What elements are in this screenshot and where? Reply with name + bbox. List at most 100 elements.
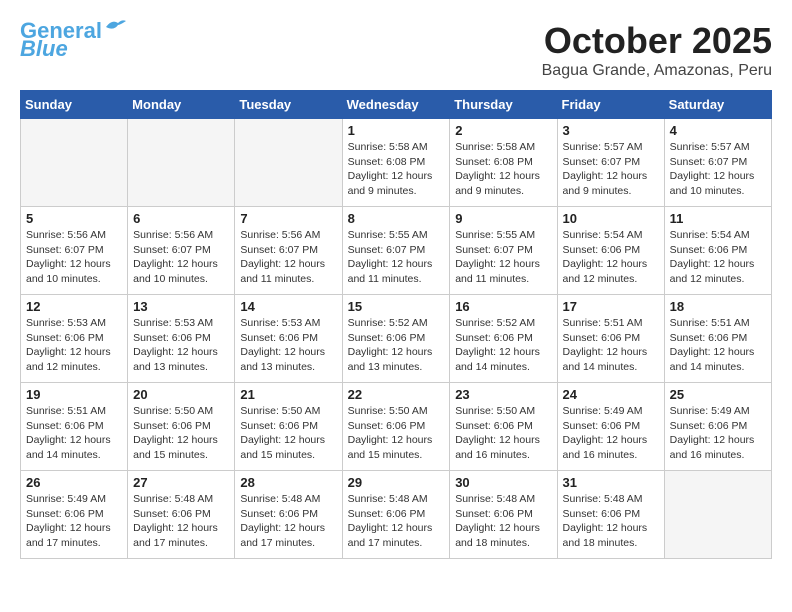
day-number: 28 — [240, 475, 336, 490]
day-number: 24 — [563, 387, 659, 402]
calendar-cell-w5d7 — [664, 471, 771, 559]
calendar-cell-w2d4: 8 Sunrise: 5:55 AM Sunset: 6:07 PM Daylig… — [342, 207, 450, 295]
day-info: Sunrise: 5:51 AM Sunset: 6:06 PM Dayligh… — [563, 316, 659, 375]
day-info: Sunrise: 5:54 AM Sunset: 6:06 PM Dayligh… — [670, 228, 766, 287]
calendar-cell-w3d5: 16 Sunrise: 5:52 AM Sunset: 6:06 PM Dayli… — [450, 295, 557, 383]
weekday-header-row: SundayMondayTuesdayWednesdayThursdayFrid… — [21, 91, 772, 119]
calendar-cell-w4d2: 20 Sunrise: 5:50 AM Sunset: 6:06 PM Dayli… — [128, 383, 235, 471]
day-info: Sunrise: 5:48 AM Sunset: 6:06 PM Dayligh… — [348, 492, 445, 551]
day-number: 30 — [455, 475, 551, 490]
week-row-2: 5 Sunrise: 5:56 AM Sunset: 6:07 PM Daylig… — [21, 207, 772, 295]
calendar-cell-w5d1: 26Sunrise: 5:49 AM Sunset: 6:06 PM Dayli… — [21, 471, 128, 559]
calendar-cell-w3d7: 18Sunrise: 5:51 AM Sunset: 6:06 PM Dayli… — [664, 295, 771, 383]
calendar-cell-w2d6: 10 Sunrise: 5:54 AM Sunset: 6:06 PM Dayli… — [557, 207, 664, 295]
calendar-cell-w2d5: 9Sunrise: 5:55 AM Sunset: 6:07 PM Daylig… — [450, 207, 557, 295]
day-number: 25 — [670, 387, 766, 402]
day-number: 26 — [26, 475, 122, 490]
day-info: Sunrise: 5:56 AM Sunset: 6:07 PM Dayligh… — [133, 228, 229, 287]
day-number: 15 — [348, 299, 445, 314]
calendar-cell-w3d6: 17 Sunrise: 5:51 AM Sunset: 6:06 PM Dayli… — [557, 295, 664, 383]
day-info: Sunrise: 5:57 AM Sunset: 6:07 PM Dayligh… — [670, 140, 766, 199]
weekday-header-saturday: Saturday — [664, 91, 771, 119]
calendar-cell-w1d4: 1 Sunrise: 5:58 AM Sunset: 6:08 PM Daylig… — [342, 119, 450, 207]
day-number: 6 — [133, 211, 229, 226]
calendar-cell-w5d4: 29 Sunrise: 5:48 AM Sunset: 6:06 PM Dayli… — [342, 471, 450, 559]
day-info: Sunrise: 5:48 AM Sunset: 6:06 PM Dayligh… — [240, 492, 336, 551]
day-number: 27 — [133, 475, 229, 490]
day-number: 29 — [348, 475, 445, 490]
weekday-header-thursday: Thursday — [450, 91, 557, 119]
calendar-cell-w5d2: 27 Sunrise: 5:48 AM Sunset: 6:06 PM Dayli… — [128, 471, 235, 559]
day-info: Sunrise: 5:54 AM Sunset: 6:06 PM Dayligh… — [563, 228, 659, 287]
day-number: 11 — [670, 211, 766, 226]
calendar-cell-w2d7: 11 Sunrise: 5:54 AM Sunset: 6:06 PM Dayli… — [664, 207, 771, 295]
day-number: 19 — [26, 387, 122, 402]
day-number: 10 — [563, 211, 659, 226]
calendar-cell-w4d5: 23 Sunrise: 5:50 AM Sunset: 6:06 PM Dayli… — [450, 383, 557, 471]
calendar-cell-w4d3: 21Sunrise: 5:50 AM Sunset: 6:06 PM Dayli… — [235, 383, 342, 471]
day-info: Sunrise: 5:50 AM Sunset: 6:06 PM Dayligh… — [240, 404, 336, 463]
day-info: Sunrise: 5:56 AM Sunset: 6:07 PM Dayligh… — [26, 228, 122, 287]
page-header: General Blue October 2025 Bagua Grande, … — [20, 20, 772, 80]
day-number: 2 — [455, 123, 551, 138]
day-info: Sunrise: 5:56 AM Sunset: 6:07 PM Dayligh… — [240, 228, 336, 287]
title-section: October 2025 Bagua Grande, Amazonas, Per… — [542, 20, 772, 80]
calendar-cell-w2d3: 7Sunrise: 5:56 AM Sunset: 6:07 PM Daylig… — [235, 207, 342, 295]
day-info: Sunrise: 5:51 AM Sunset: 6:06 PM Dayligh… — [26, 404, 122, 463]
day-info: Sunrise: 5:50 AM Sunset: 6:06 PM Dayligh… — [348, 404, 445, 463]
logo: General Blue — [20, 20, 126, 60]
day-number: 20 — [133, 387, 229, 402]
day-info: Sunrise: 5:55 AM Sunset: 6:07 PM Dayligh… — [348, 228, 445, 287]
day-number: 13 — [133, 299, 229, 314]
calendar-cell-w3d1: 12 Sunrise: 5:53 AM Sunset: 6:06 PM Dayli… — [21, 295, 128, 383]
calendar-cell-w1d7: 4Sunrise: 5:57 AM Sunset: 6:07 PM Daylig… — [664, 119, 771, 207]
calendar-cell-w4d4: 22Sunrise: 5:50 AM Sunset: 6:06 PM Dayli… — [342, 383, 450, 471]
weekday-header-wednesday: Wednesday — [342, 91, 450, 119]
calendar-cell-w4d7: 25 Sunrise: 5:49 AM Sunset: 6:06 PM Dayli… — [664, 383, 771, 471]
day-number: 23 — [455, 387, 551, 402]
day-info: Sunrise: 5:53 AM Sunset: 6:06 PM Dayligh… — [133, 316, 229, 375]
day-info: Sunrise: 5:52 AM Sunset: 6:06 PM Dayligh… — [455, 316, 551, 375]
week-row-5: 26Sunrise: 5:49 AM Sunset: 6:06 PM Dayli… — [21, 471, 772, 559]
logo-blue: Blue — [20, 38, 68, 60]
day-info: Sunrise: 5:50 AM Sunset: 6:06 PM Dayligh… — [455, 404, 551, 463]
day-info: Sunrise: 5:49 AM Sunset: 6:06 PM Dayligh… — [670, 404, 766, 463]
day-number: 18 — [670, 299, 766, 314]
day-number: 3 — [563, 123, 659, 138]
calendar-cell-w2d1: 5 Sunrise: 5:56 AM Sunset: 6:07 PM Daylig… — [21, 207, 128, 295]
weekday-header-friday: Friday — [557, 91, 664, 119]
week-row-4: 19 Sunrise: 5:51 AM Sunset: 6:06 PM Dayli… — [21, 383, 772, 471]
weekday-header-sunday: Sunday — [21, 91, 128, 119]
day-info: Sunrise: 5:48 AM Sunset: 6:06 PM Dayligh… — [133, 492, 229, 551]
day-number: 17 — [563, 299, 659, 314]
logo-bird-icon — [104, 17, 126, 35]
day-number: 8 — [348, 211, 445, 226]
calendar-cell-w5d6: 31Sunrise: 5:48 AM Sunset: 6:06 PM Dayli… — [557, 471, 664, 559]
day-info: Sunrise: 5:52 AM Sunset: 6:06 PM Dayligh… — [348, 316, 445, 375]
calendar-cell-w1d1 — [21, 119, 128, 207]
day-info: Sunrise: 5:58 AM Sunset: 6:08 PM Dayligh… — [348, 140, 445, 199]
calendar-cell-w1d5: 2 Sunrise: 5:58 AM Sunset: 6:08 PM Daylig… — [450, 119, 557, 207]
calendar-cell-w3d3: 14Sunrise: 5:53 AM Sunset: 6:06 PM Dayli… — [235, 295, 342, 383]
day-info: Sunrise: 5:53 AM Sunset: 6:06 PM Dayligh… — [26, 316, 122, 375]
location: Bagua Grande, Amazonas, Peru — [542, 62, 772, 80]
day-info: Sunrise: 5:49 AM Sunset: 6:06 PM Dayligh… — [563, 404, 659, 463]
month-title: October 2025 — [542, 20, 772, 62]
day-number: 5 — [26, 211, 122, 226]
weekday-header-tuesday: Tuesday — [235, 91, 342, 119]
day-number: 16 — [455, 299, 551, 314]
day-number: 14 — [240, 299, 336, 314]
weekday-header-monday: Monday — [128, 91, 235, 119]
day-info: Sunrise: 5:58 AM Sunset: 6:08 PM Dayligh… — [455, 140, 551, 199]
day-info: Sunrise: 5:55 AM Sunset: 6:07 PM Dayligh… — [455, 228, 551, 287]
calendar-cell-w1d3 — [235, 119, 342, 207]
day-info: Sunrise: 5:48 AM Sunset: 6:06 PM Dayligh… — [455, 492, 551, 551]
day-number: 12 — [26, 299, 122, 314]
calendar-cell-w5d5: 30 Sunrise: 5:48 AM Sunset: 6:06 PM Dayli… — [450, 471, 557, 559]
week-row-1: 1 Sunrise: 5:58 AM Sunset: 6:08 PM Daylig… — [21, 119, 772, 207]
day-number: 1 — [348, 123, 445, 138]
day-info: Sunrise: 5:48 AM Sunset: 6:06 PM Dayligh… — [563, 492, 659, 551]
day-info: Sunrise: 5:50 AM Sunset: 6:06 PM Dayligh… — [133, 404, 229, 463]
calendar-cell-w2d2: 6 Sunrise: 5:56 AM Sunset: 6:07 PM Daylig… — [128, 207, 235, 295]
calendar-cell-w4d1: 19 Sunrise: 5:51 AM Sunset: 6:06 PM Dayli… — [21, 383, 128, 471]
